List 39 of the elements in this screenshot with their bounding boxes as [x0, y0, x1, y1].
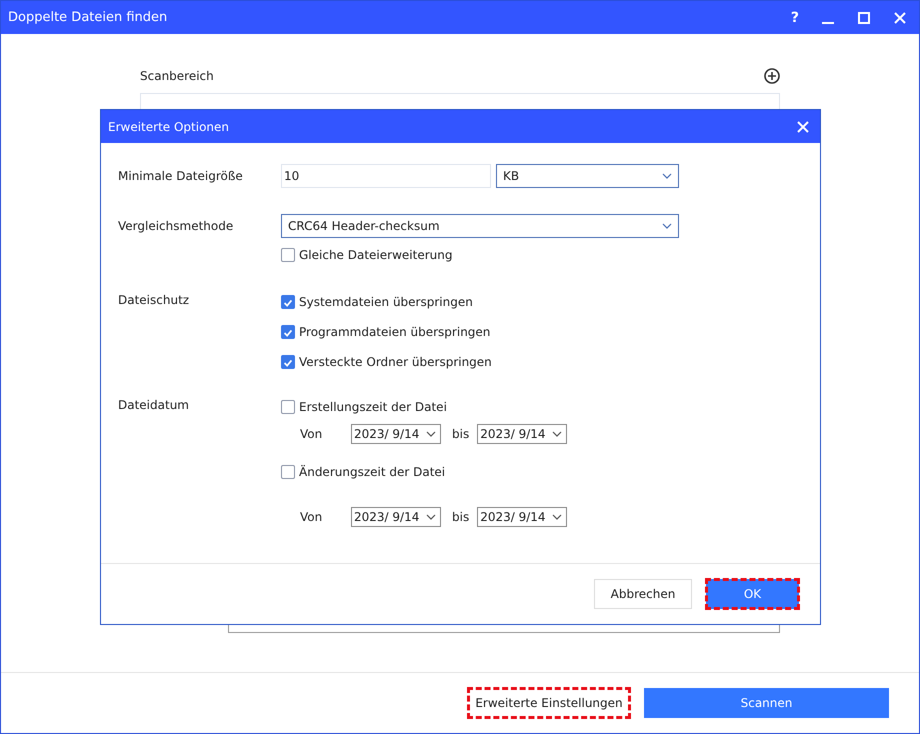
chevron-down-icon — [552, 514, 562, 520]
scan-button[interactable]: Scannen — [644, 688, 889, 718]
checkbox-option[interactable]: Programmdateien überspringen — [281, 323, 492, 341]
date-picker[interactable]: 2023/ 9/14 — [477, 424, 568, 444]
help-button[interactable]: ? — [790, 10, 799, 26]
add-icon[interactable] — [764, 68, 780, 84]
from-label: Von — [300, 510, 324, 524]
close-icon[interactable] — [797, 120, 809, 132]
window-title: Doppelte Dateien finden — [8, 10, 168, 25]
method-dropdown[interactable]: CRC64 Header-checksum — [281, 214, 679, 238]
chevron-down-icon — [552, 431, 562, 437]
field-label: Vergleichsmethode — [118, 219, 234, 233]
scan-area-label: Scanbereich — [140, 69, 214, 83]
field-label: Dateischutz — [118, 293, 190, 307]
chevron-down-icon — [426, 431, 436, 437]
checkbox-option[interactable]: Systemdateien überspringen — [281, 293, 492, 311]
to-label: bis — [452, 427, 470, 441]
maximize-icon[interactable] — [857, 10, 871, 24]
dialog-title: Erweiterte Optionen — [108, 120, 230, 134]
unit-dropdown[interactable]: KB — [496, 164, 679, 188]
chevron-down-icon — [662, 223, 672, 229]
close-icon[interactable] — [893, 10, 907, 24]
chevron-down-icon — [662, 173, 672, 179]
field-label: Minimale Dateigröße — [118, 169, 244, 183]
cancel-button[interactable]: Abbrechen — [594, 579, 692, 609]
advanced-settings-button[interactable]: Erweiterte Einstellungen — [468, 688, 630, 718]
date-picker[interactable]: 2023/ 9/14 — [477, 507, 568, 527]
to-label: bis — [452, 510, 470, 524]
checkbox-option[interactable]: Gleiche Dateierweiterung — [281, 246, 452, 264]
checkbox-option[interactable]: Änderungszeit der Datei — [281, 463, 568, 481]
from-label: Von — [300, 427, 324, 441]
checkbox-option[interactable]: Versteckte Ordner überspringen — [281, 353, 492, 371]
ok-button[interactable]: OK — [706, 579, 799, 609]
checkbox-option[interactable]: Erstellungszeit der Datei — [281, 398, 568, 416]
size-field[interactable]: 10 — [281, 164, 491, 188]
date-picker[interactable]: 2023/ 9/14 — [351, 424, 441, 444]
date-picker[interactable]: 2023/ 9/14 — [351, 507, 441, 527]
field-label: Dateidatum — [118, 398, 190, 412]
chevron-down-icon — [426, 514, 436, 520]
